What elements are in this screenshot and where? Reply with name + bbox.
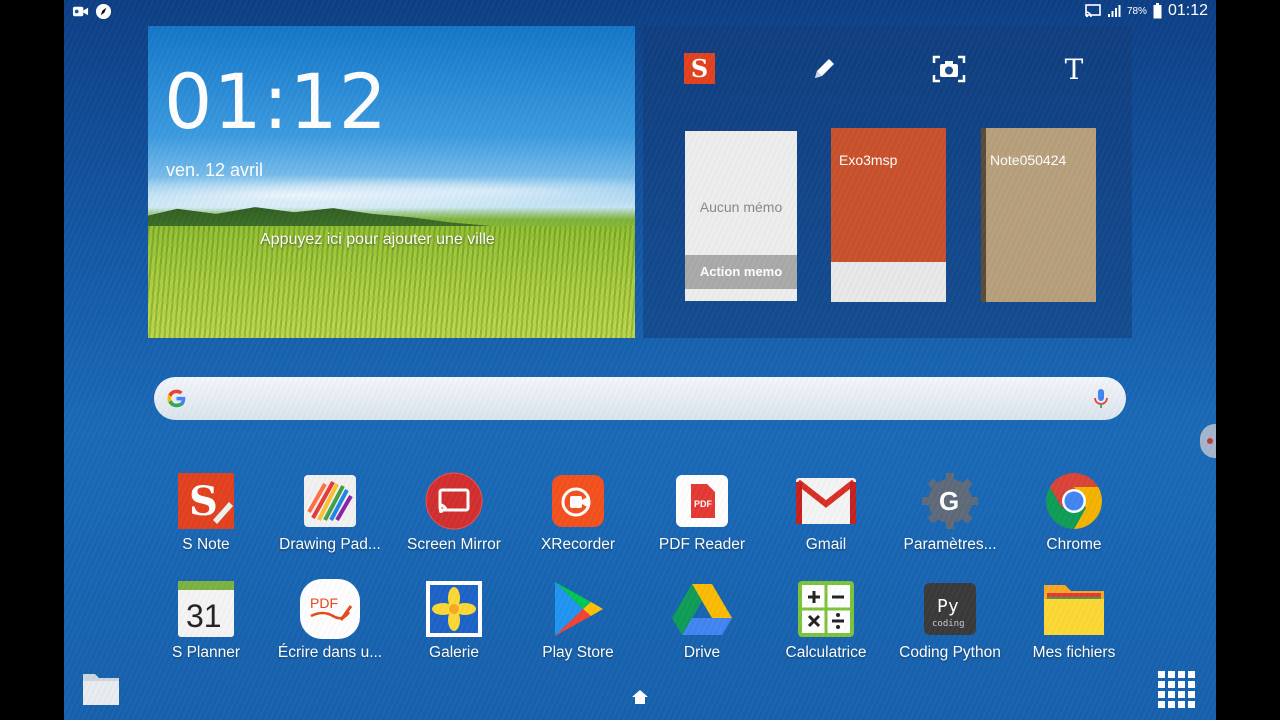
app-label: Écrire dans u... xyxy=(277,644,383,661)
cast-icon xyxy=(1085,4,1101,18)
coding-glyph: coding xyxy=(932,619,965,629)
no-memo-text: Aucun mémo xyxy=(699,199,783,215)
app-drawing-pad[interactable]: Drawing Pad... xyxy=(268,470,392,566)
s-planner-icon: 31 xyxy=(175,578,237,640)
svg-text:S: S xyxy=(189,478,218,525)
app-label: Drawing Pad... xyxy=(279,536,381,553)
app-pdf-reader[interactable]: PDF PDF Reader xyxy=(640,470,764,566)
app-label: S Planner xyxy=(171,644,241,661)
app-drawer-icon[interactable] xyxy=(1157,670,1195,708)
snote-icon: S xyxy=(175,470,237,532)
action-memo-card[interactable]: Aucun mémo Action memo xyxy=(685,131,797,301)
planner-day: 31 xyxy=(186,598,222,634)
app-snote[interactable]: S S Note xyxy=(144,470,268,566)
status-time: 01:12 xyxy=(1167,2,1208,19)
clock-weather-widget[interactable]: 01:12 ven. 12 avril Appuyez ici pour ajo… xyxy=(148,26,635,338)
drawing-pad-icon xyxy=(299,470,361,532)
app-my-files[interactable]: Mes fichiers xyxy=(1012,578,1136,674)
app-label: S Note xyxy=(182,536,230,553)
note-title: Exo3msp xyxy=(839,152,898,168)
add-city-prompt[interactable]: Appuyez ici pour ajouter une ville xyxy=(260,231,495,249)
app-label: Calculatrice xyxy=(785,644,867,661)
battery-percentage: 78% xyxy=(1126,5,1147,17)
app-drive[interactable]: Drive xyxy=(640,578,764,674)
home-icon[interactable] xyxy=(630,688,650,706)
widget-date: ven. 12 avril xyxy=(166,160,264,180)
note-cover xyxy=(831,128,946,262)
gmail-icon xyxy=(795,470,857,532)
settings-icon: G xyxy=(919,470,981,532)
app-label: Drive xyxy=(683,644,721,661)
folder-icon[interactable] xyxy=(82,670,120,706)
widget-clock-time: 01:12 xyxy=(164,57,389,146)
app-label: Gmail xyxy=(805,536,847,553)
gallery-icon xyxy=(423,578,485,640)
calculator-icon xyxy=(795,578,857,640)
app-settings[interactable]: G Paramètres... xyxy=(888,470,1012,566)
pen-icon[interactable] xyxy=(807,52,841,86)
video-record-icon xyxy=(72,6,89,17)
svg-text:G: G xyxy=(939,486,959,516)
signal-icon xyxy=(1107,5,1121,17)
battery-icon xyxy=(1153,3,1162,19)
xrecorder-icon xyxy=(547,470,609,532)
pdf-glyph: PDF xyxy=(310,595,338,611)
coding-python-icon: Py coding xyxy=(919,578,981,640)
app-label: Screen Mirror xyxy=(407,536,501,553)
svg-text:PDF: PDF xyxy=(694,499,713,509)
app-label: Galerie xyxy=(429,644,479,661)
app-write-pdf[interactable]: PDF Écrire dans u... xyxy=(268,578,392,674)
app-label: XRecorder xyxy=(540,536,616,553)
mic-icon[interactable] xyxy=(1092,388,1110,410)
app-calculator[interactable]: Calculatrice xyxy=(764,578,888,674)
app-gallery[interactable]: Galerie xyxy=(392,578,516,674)
py-glyph: Py xyxy=(937,596,959,617)
play-store-icon xyxy=(547,578,609,640)
snote-logo-icon[interactable]: S xyxy=(684,53,715,84)
app-label: Coding Python xyxy=(899,644,1001,661)
app-xrecorder[interactable]: XRecorder xyxy=(516,470,640,566)
chrome-icon xyxy=(1043,470,1105,532)
note-card-exo3msp[interactable]: Exo3msp xyxy=(831,128,946,302)
app-label: Play Store xyxy=(542,644,614,661)
app-coding-python[interactable]: Py coding Coding Python xyxy=(888,578,1012,674)
write-pdf-icon: PDF xyxy=(299,578,361,640)
text-icon[interactable]: T xyxy=(1057,52,1091,86)
google-search-bar[interactable] xyxy=(154,377,1126,420)
snote-widget: S T Aucun mémo Action memo Exo3msp Note0… xyxy=(643,26,1132,338)
drive-icon xyxy=(671,578,733,640)
app-play-store[interactable]: Play Store xyxy=(516,578,640,674)
google-g-icon xyxy=(167,389,186,408)
note-card-note050424[interactable]: Note050424 xyxy=(981,128,1096,302)
app-label: Mes fichiers xyxy=(1032,644,1116,661)
edge-panel-handle[interactable] xyxy=(1200,424,1216,458)
home-screen: 78% 01:12 01:12 ven. 12 avril Appuyez ic… xyxy=(64,0,1216,720)
pdf-reader-icon: PDF xyxy=(671,470,733,532)
app-gmail[interactable]: Gmail xyxy=(764,470,888,566)
app-chrome[interactable]: Chrome xyxy=(1012,470,1136,566)
status-bar: 78% 01:12 xyxy=(64,0,1216,24)
camera-icon[interactable] xyxy=(932,52,966,86)
app-label: Chrome xyxy=(1046,536,1102,553)
app-s-planner[interactable]: 31 S Planner xyxy=(144,578,268,674)
app-screen-mirror[interactable]: Screen Mirror xyxy=(392,470,516,566)
my-files-icon xyxy=(1043,578,1105,640)
note-title: Note050424 xyxy=(990,152,1067,168)
app-label: PDF Reader xyxy=(658,536,746,553)
app-label: Paramètres... xyxy=(903,536,997,553)
screen-mirror-icon xyxy=(423,470,485,532)
compass-icon xyxy=(95,3,112,20)
action-memo-label: Action memo xyxy=(685,255,797,289)
